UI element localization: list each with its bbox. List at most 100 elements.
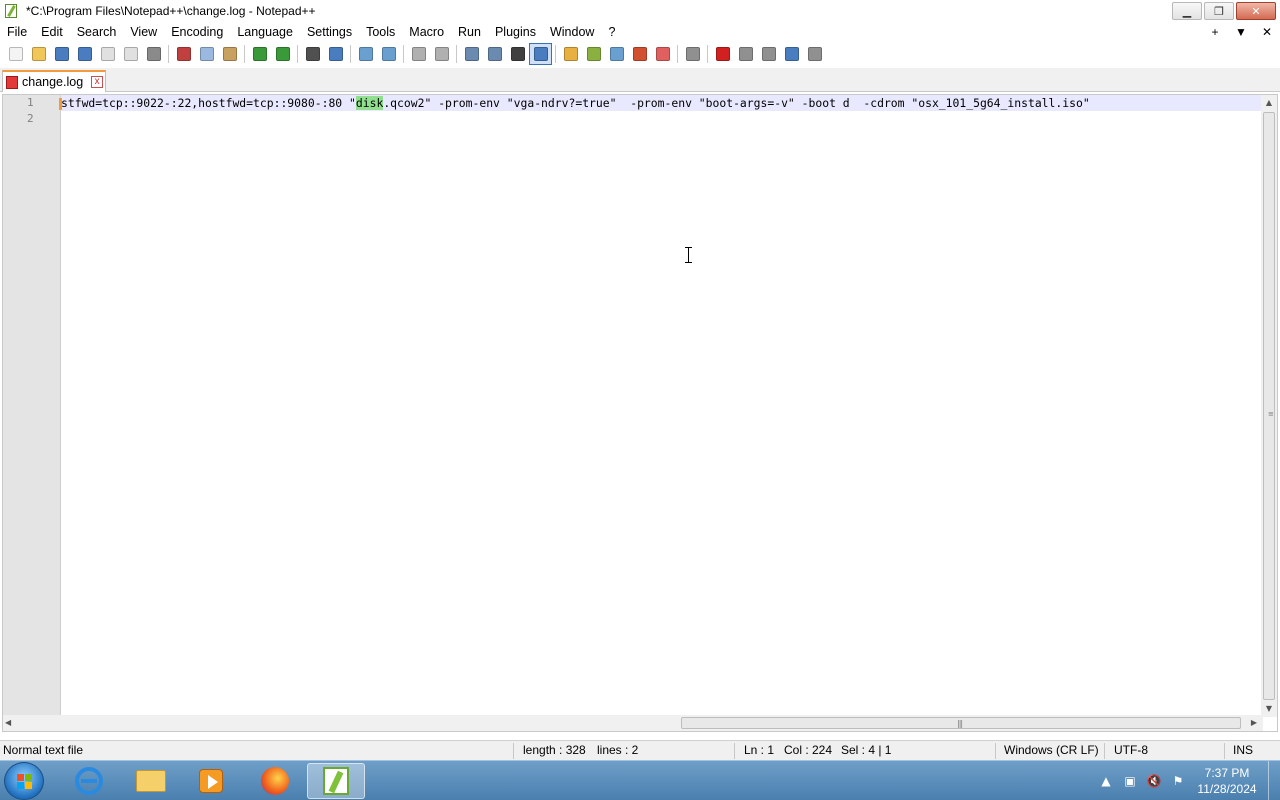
close-icon[interactable] [96,43,119,65]
horizontal-scroll-thumb[interactable]: ||| [681,717,1241,729]
line-number-gutter: 1 2 [3,95,61,717]
save-macro-icon[interactable] [803,43,826,65]
menu-tools[interactable]: Tools [359,22,402,42]
show-desktop-button[interactable] [1268,761,1280,800]
replace-icon[interactable] [324,43,347,65]
new-tab-icon[interactable]: + [1202,22,1228,42]
open-file-icon[interactable] [27,43,50,65]
scroll-right-icon[interactable]: ▶ [1251,715,1257,731]
find-icon[interactable] [301,43,324,65]
vertical-scrollbar[interactable]: ▲ ≡ ▼ [1261,95,1277,717]
menu-file[interactable]: File [0,22,34,42]
volume-muted-icon[interactable]: 🔇 [1142,774,1166,788]
scroll-down-icon[interactable]: ▼ [1261,701,1277,717]
window-title: *C:\Program Files\Notepad++\change.log -… [26,4,316,18]
action-center-flag-icon[interactable]: ⚑ [1166,774,1190,788]
taskbar: ▲ ▣ 🔇 ⚑ 7:37 PM 11/28/2024 [0,760,1280,800]
code-line-2[interactable] [61,111,1263,127]
tab-change-log[interactable]: change.log x [2,70,106,92]
taskbar-file-explorer[interactable] [122,763,180,799]
menu-window[interactable]: Window [543,22,601,42]
text-cursor-icon [685,247,693,263]
unsaved-file-icon [6,75,18,89]
doc-list-icon[interactable] [651,43,674,65]
code-line-1[interactable]: stfwd=tcp::9022-:22,hostfwd=tcp::9080-:8… [61,95,1263,111]
folder-workspace-icon[interactable] [628,43,651,65]
undo-icon[interactable] [248,43,271,65]
toolbar-separator [350,45,351,63]
zoom-in-icon[interactable] [354,43,377,65]
clock[interactable]: 7:37 PM 11/28/2024 [1190,765,1264,797]
indent-guide-icon[interactable] [529,43,552,65]
menu-search[interactable]: Search [70,22,124,42]
cut-icon[interactable] [172,43,195,65]
menu-settings[interactable]: Settings [300,22,359,42]
monitoring-eye-icon[interactable] [681,43,704,65]
network-icon[interactable]: ▣ [1118,774,1142,788]
run-macro-multiple-icon[interactable] [780,43,803,65]
menu-plugins[interactable]: Plugins [488,22,543,42]
word-wrap-icon[interactable] [460,43,483,65]
menu-edit[interactable]: Edit [34,22,70,42]
horizontal-scrollbar[interactable]: ◀ ||| ▶ [3,715,1263,731]
toolbar-separator [456,45,457,63]
save-all-icon[interactable] [73,43,96,65]
menu-encoding[interactable]: Encoding [164,22,230,42]
taskbar-firefox[interactable] [246,763,304,799]
chevron-down-icon[interactable] [506,43,529,65]
redo-icon[interactable] [271,43,294,65]
media-player-icon [199,769,223,793]
sync-vertical-icon[interactable] [407,43,430,65]
menu-view[interactable]: View [123,22,164,42]
status-line: Ln : 1 [744,743,775,757]
clock-date: 11/28/2024 [1197,782,1257,796]
taskbar-media-player[interactable] [182,763,240,799]
toolbar-separator [244,45,245,63]
text-area[interactable]: stfwd=tcp::9022-:22,hostfwd=tcp::9080-:8… [61,95,1263,717]
line-number: 1 [27,96,34,109]
sync-horizontal-icon[interactable] [430,43,453,65]
vertical-scroll-thumb[interactable]: ≡ [1263,112,1275,700]
copy-icon[interactable] [195,43,218,65]
close-all-icon[interactable] [119,43,142,65]
editor: 1 2 stfwd=tcp::9022-:22,hostfwd=tcp::908… [2,94,1278,732]
menu-macro[interactable]: Macro [402,22,451,42]
paste-icon[interactable] [218,43,241,65]
restore-button[interactable]: ❐ [1204,2,1234,20]
minimize-button[interactable]: ▁ [1172,2,1202,20]
new-file-icon[interactable] [4,43,27,65]
zoom-out-icon[interactable] [377,43,400,65]
menu-bar: File Edit Search View Encoding Language … [0,22,1280,42]
taskbar-internet-explorer[interactable] [60,763,118,799]
menu-right-controls: + ▼ ✕ [1202,22,1280,42]
menu-run[interactable]: Run [451,22,488,42]
title-bar: *C:\Program Files\Notepad++\change.log -… [0,0,1280,22]
close-document-icon[interactable]: ✕ [1254,22,1280,42]
taskbar-notepad-plus-plus[interactable] [307,763,365,799]
status-encoding[interactable]: UTF-8 [1114,741,1148,761]
toolbar-separator [403,45,404,63]
doc-map-icon[interactable] [582,43,605,65]
play-macro-icon[interactable] [757,43,780,65]
toolbar-separator [677,45,678,63]
record-macro-icon[interactable] [711,43,734,65]
scroll-up-icon[interactable]: ▲ [1261,95,1277,111]
line-number: 2 [27,112,34,125]
define-language-icon[interactable] [559,43,582,65]
menu-language[interactable]: Language [230,22,300,42]
start-button[interactable] [4,762,44,800]
tab-close-icon[interactable]: x [91,76,104,88]
print-icon[interactable] [142,43,165,65]
show-all-chars-icon[interactable] [483,43,506,65]
status-eol[interactable]: Windows (CR LF) [1004,741,1099,761]
close-window-button[interactable]: ✕ [1236,2,1276,20]
show-hidden-icons-icon[interactable]: ▲ [1094,774,1118,788]
scroll-left-icon[interactable]: ◀ [5,715,11,731]
menu-help[interactable]: ? [601,22,622,42]
status-insert-mode[interactable]: INS [1233,741,1253,761]
stop-macro-icon[interactable] [734,43,757,65]
notepad-plus-plus-icon [4,3,20,19]
save-icon[interactable] [50,43,73,65]
function-list-icon[interactable] [605,43,628,65]
tab-list-dropdown-icon[interactable]: ▼ [1228,22,1254,42]
